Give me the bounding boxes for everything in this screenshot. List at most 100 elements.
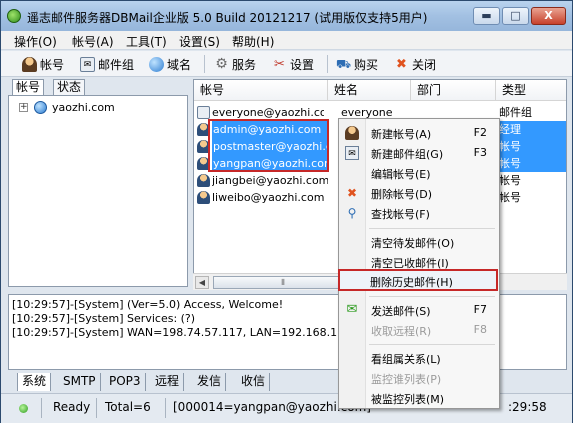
tab-accounts[interactable]: 帐号 xyxy=(12,79,45,96)
globe-icon xyxy=(149,56,164,72)
menu-item-label: 清空待发邮件(O) xyxy=(371,237,455,250)
domain-tree: + yaozhi.com xyxy=(8,95,188,287)
shortcut-key: F3 xyxy=(473,146,487,159)
menu-item-find-account[interactable]: ⚲ 查找帐号(F) xyxy=(340,203,498,223)
mailgroup-icon xyxy=(197,106,210,119)
menu-item-label: 收取远程(R) xyxy=(371,325,432,338)
menu-item-label: 新建邮件组(G) xyxy=(371,148,444,161)
toolbar-settings-label: 设置 xyxy=(290,57,315,72)
toolbar-domain-button[interactable]: 域名 xyxy=(149,54,191,74)
send-mail-icon: ✉ xyxy=(346,302,358,317)
mailgroup-icon: ✉ xyxy=(80,56,95,72)
globe-icon xyxy=(34,101,47,114)
shortcut-key: F2 xyxy=(473,126,487,139)
scroll-thumb[interactable]: ⦀ xyxy=(213,276,353,289)
close-window-button[interactable]: X xyxy=(531,7,566,25)
account-cell: liweibo@yaozhi.com xyxy=(212,191,325,204)
toolbar-close-button[interactable]: ✖ 关闭 xyxy=(394,54,436,74)
toolbar-buy-button[interactable]: ⛟ 购买 xyxy=(336,54,378,74)
menu-item-new-account[interactable]: 新建帐号(A) F2 xyxy=(340,123,498,143)
title-bar[interactable]: 遥志邮件服务器DBMail企业版 5.0 Build 20121217 (试用版… xyxy=(1,1,572,31)
tab-pop3[interactable]: POP3 xyxy=(105,373,146,391)
status-separator xyxy=(96,398,97,418)
type-cell: 帐号 xyxy=(496,138,566,155)
type-cell: 邮件组 xyxy=(499,106,532,119)
tab-system[interactable]: 系统 xyxy=(17,373,52,391)
menu-item-receive-remote: 收取远程(R) F8 xyxy=(340,320,498,340)
log-line: [10:29:57]-[System] WAN=198.74.57.117, L… xyxy=(12,326,394,339)
menu-item-label: 删除帐号(D) xyxy=(371,188,433,201)
tab-receive[interactable]: 收信 xyxy=(237,373,271,391)
column-header-dept[interactable]: 部门 xyxy=(411,80,496,101)
menu-item-edit-account[interactable]: 编辑帐号(E) xyxy=(340,163,498,183)
column-header-account[interactable]: 帐号 xyxy=(194,80,328,101)
toolbar-settings-button[interactable]: ✂ 设置 xyxy=(272,54,314,74)
shortcut-key: F8 xyxy=(473,323,487,336)
log-line: [10:29:57]-[System] Services: (?) xyxy=(12,312,196,325)
window-title: 遥志邮件服务器DBMail企业版 5.0 Build 20121217 (试用版… xyxy=(27,11,428,25)
menu-item-label: 看组属关系(L) xyxy=(371,353,441,366)
minimize-button[interactable]: ▬ xyxy=(473,7,500,25)
toolbar-separator xyxy=(327,55,328,73)
status-led-icon xyxy=(19,404,28,413)
menu-item-label: 被监控列表(M) xyxy=(371,393,445,406)
tab-remote[interactable]: 远程 xyxy=(151,373,185,391)
menu-item-label: 新建帐号(A) xyxy=(371,128,432,141)
close-icon: ✖ xyxy=(396,56,407,72)
selection-highlight-box xyxy=(208,119,329,172)
menu-item-monitored-list[interactable]: 被监控列表(M) xyxy=(340,388,498,408)
menu-separator xyxy=(369,228,495,229)
menu-item-clear-pending[interactable]: 清空待发邮件(O) xyxy=(340,232,498,252)
menu-item-new-group[interactable]: ✉ 新建邮件组(G) F3 xyxy=(340,143,498,163)
toolbar-mailgroup-label: 邮件组 xyxy=(98,57,135,72)
menu-separator xyxy=(369,296,495,297)
menu-separator xyxy=(369,344,495,345)
user-icon xyxy=(197,191,210,204)
maximize-button[interactable]: □ xyxy=(502,7,529,25)
toolbar-close-label: 关闭 xyxy=(412,57,437,72)
account-cell: jiangbei@yaozhi.com xyxy=(212,174,328,187)
menu-item-label: 发送邮件(S) xyxy=(371,305,431,318)
toolbar-account-label: 帐号 xyxy=(40,57,65,72)
cart-icon: ⛟ xyxy=(336,56,352,71)
context-menu: 新建帐号(A) F2 ✉ 新建邮件组(G) F3 编辑帐号(E) ✖ 删除帐号(… xyxy=(338,118,500,409)
menu-item-label: 监控谁列表(P) xyxy=(371,373,442,386)
tree-domain-item[interactable]: yaozhi.com xyxy=(52,101,115,114)
tab-send[interactable]: 发信 xyxy=(193,373,227,391)
tools-icon: ✂ xyxy=(274,56,285,72)
toolbar-account-button[interactable]: 帐号 xyxy=(22,54,64,74)
expand-icon[interactable]: + xyxy=(19,103,28,112)
status-state: Ready xyxy=(53,400,91,414)
menu-item-monitor-whom: 监控谁列表(P) xyxy=(340,368,498,388)
menu-item-send-mail[interactable]: ✉ 发送邮件(S) F7 xyxy=(340,300,498,320)
menu-item-delete-account[interactable]: ✖ 删除帐号(D) xyxy=(340,183,498,203)
column-header-type[interactable]: 类型 xyxy=(496,80,566,101)
log-line: [10:29:57]-[System] (Ver=5.0) Access, We… xyxy=(12,298,284,311)
menu-item-label: 编辑帐号(E) xyxy=(371,168,431,181)
user-icon xyxy=(345,126,359,140)
user-icon xyxy=(197,174,210,187)
highlighted-menu-label[interactable]: 删除历史邮件(H) xyxy=(370,274,453,290)
status-separator xyxy=(41,398,42,418)
magnifier-icon: ⚲ xyxy=(347,206,357,220)
status-total: Total=6 xyxy=(105,400,151,414)
mailgroup-icon: ✉ xyxy=(345,146,359,160)
menu-item-view-groups[interactable]: 看组属关系(L) xyxy=(340,348,498,368)
tab-smtp[interactable]: SMTP xyxy=(59,373,101,391)
toolbar-service-label: 服务 xyxy=(232,57,257,72)
menu-settings[interactable]: 设置(S) xyxy=(179,33,220,50)
toolbar-domain-label: 域名 xyxy=(167,57,192,72)
user-icon xyxy=(22,56,37,72)
toolbar-service-button[interactable]: ⚙ 服务 xyxy=(214,54,256,74)
menu-tools[interactable]: 工具(T) xyxy=(126,33,167,50)
menu-bar: 操作(O) 帐号(A) 工具(T) 设置(S) 帮助(H) xyxy=(1,31,572,50)
scroll-left-arrow-icon[interactable]: ◀ xyxy=(195,276,209,289)
menu-help[interactable]: 帮助(H) xyxy=(232,33,274,50)
menu-account[interactable]: 帐号(A) xyxy=(72,33,114,50)
column-header-name[interactable]: 姓名 xyxy=(328,80,411,101)
type-cell: 帐号 xyxy=(496,155,566,172)
toolbar-mailgroup-button[interactable]: ✉ 邮件组 xyxy=(80,54,134,74)
type-cell: 帐号 xyxy=(499,174,521,187)
menu-operate[interactable]: 操作(O) xyxy=(14,33,57,50)
tab-status[interactable]: 状态 xyxy=(53,79,86,95)
